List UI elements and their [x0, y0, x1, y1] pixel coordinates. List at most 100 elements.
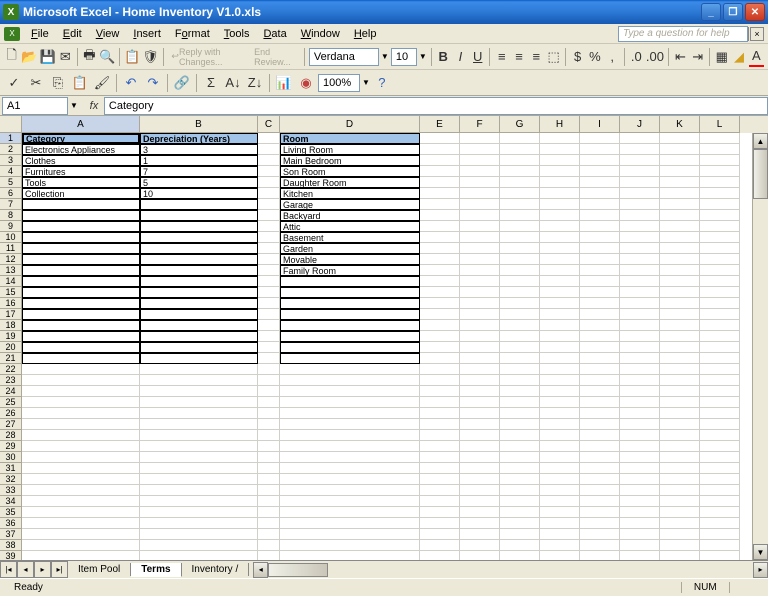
col-header-D[interactable]: D	[280, 116, 420, 133]
cell[interactable]	[140, 441, 258, 452]
cell[interactable]	[580, 265, 620, 276]
cell[interactable]	[22, 243, 140, 254]
row-header-16[interactable]: 16	[0, 298, 22, 309]
cell[interactable]	[460, 408, 500, 419]
cell[interactable]	[700, 144, 740, 155]
cell[interactable]	[660, 309, 700, 320]
close-button[interactable]: ✕	[745, 3, 765, 21]
cell[interactable]	[258, 452, 280, 463]
menu-file[interactable]: File	[24, 28, 56, 40]
fx-icon[interactable]: fx	[84, 100, 104, 112]
cell[interactable]	[460, 485, 500, 496]
cell[interactable]	[580, 309, 620, 320]
cell[interactable]	[620, 529, 660, 540]
cut-icon[interactable]: ✂	[26, 73, 46, 93]
cell[interactable]: 7	[140, 166, 258, 177]
cell[interactable]	[460, 441, 500, 452]
row-header-14[interactable]: 14	[0, 276, 22, 287]
cell[interactable]	[620, 518, 660, 529]
cell[interactable]	[500, 243, 540, 254]
cell[interactable]	[22, 287, 140, 298]
cell[interactable]	[660, 375, 700, 386]
cell[interactable]: 10	[140, 188, 258, 199]
cell[interactable]	[258, 430, 280, 441]
cell[interactable]	[280, 452, 420, 463]
cell[interactable]	[280, 430, 420, 441]
cell[interactable]: Garden	[280, 243, 420, 254]
spell-icon[interactable]: ✓	[4, 73, 24, 93]
cell[interactable]	[258, 276, 280, 287]
cell[interactable]	[660, 386, 700, 397]
cell[interactable]	[660, 298, 700, 309]
row-header-3[interactable]: 3	[0, 155, 22, 166]
cell[interactable]	[258, 485, 280, 496]
menu-help[interactable]: Help	[347, 28, 384, 40]
cell[interactable]	[22, 364, 140, 375]
cell[interactable]	[460, 276, 500, 287]
cell[interactable]	[460, 155, 500, 166]
cell[interactable]	[258, 540, 280, 551]
cell[interactable]	[460, 342, 500, 353]
cell[interactable]	[22, 474, 140, 485]
cell[interactable]	[258, 265, 280, 276]
cell[interactable]	[500, 485, 540, 496]
chart-icon[interactable]: 📊	[274, 73, 294, 93]
cell[interactable]	[258, 419, 280, 430]
row-header-26[interactable]: 26	[0, 408, 22, 419]
cell[interactable]	[500, 287, 540, 298]
cell[interactable]	[140, 474, 258, 485]
row-header-20[interactable]: 20	[0, 342, 22, 353]
cell[interactable]	[22, 540, 140, 551]
row-header-5[interactable]: 5	[0, 177, 22, 188]
cell[interactable]	[258, 177, 280, 188]
drawing-icon[interactable]: ◉	[296, 73, 316, 93]
help-icon[interactable]: ?	[372, 73, 392, 93]
cell[interactable]	[580, 166, 620, 177]
cell[interactable]	[420, 243, 460, 254]
cell[interactable]	[580, 133, 620, 144]
scroll-up-button[interactable]: ▲	[753, 133, 768, 149]
cell[interactable]	[22, 551, 140, 560]
cell[interactable]	[258, 386, 280, 397]
bold-button[interactable]: B	[436, 47, 451, 67]
cell[interactable]	[460, 166, 500, 177]
cell[interactable]	[140, 353, 258, 364]
cell[interactable]	[700, 474, 740, 485]
cell[interactable]	[580, 353, 620, 364]
cell[interactable]	[420, 529, 460, 540]
format-painter-icon[interactable]: 🖌	[92, 73, 112, 93]
mail-icon[interactable]: ✉	[58, 47, 73, 67]
cell[interactable]	[700, 463, 740, 474]
cell[interactable]	[700, 529, 740, 540]
cell[interactable]	[460, 320, 500, 331]
permission-icon[interactable]: 🛡	[142, 47, 159, 67]
cell[interactable]	[660, 551, 700, 560]
merge-icon[interactable]: ⬚	[546, 47, 561, 67]
cell[interactable]	[280, 353, 420, 364]
row-header-12[interactable]: 12	[0, 254, 22, 265]
cell[interactable]	[420, 155, 460, 166]
cell[interactable]	[500, 144, 540, 155]
sort-desc-icon[interactable]: Z↓	[245, 73, 265, 93]
row-header-19[interactable]: 19	[0, 331, 22, 342]
cell[interactable]	[460, 133, 500, 144]
cell[interactable]	[420, 265, 460, 276]
cell[interactable]	[500, 397, 540, 408]
cell[interactable]	[140, 375, 258, 386]
cell[interactable]	[540, 188, 580, 199]
cell[interactable]	[700, 485, 740, 496]
row-header-35[interactable]: 35	[0, 507, 22, 518]
cell[interactable]: 1	[140, 155, 258, 166]
cell[interactable]	[580, 496, 620, 507]
cell[interactable]	[420, 221, 460, 232]
menu-edit[interactable]: Edit	[56, 28, 89, 40]
cell[interactable]: Family Room	[280, 265, 420, 276]
row-header-23[interactable]: 23	[0, 375, 22, 386]
cell[interactable]	[540, 133, 580, 144]
cell[interactable]	[620, 320, 660, 331]
cell[interactable]	[500, 320, 540, 331]
cell[interactable]	[420, 430, 460, 441]
cell[interactable]	[700, 551, 740, 560]
comma-icon[interactable]: ,	[605, 47, 620, 67]
cell[interactable]	[280, 276, 420, 287]
